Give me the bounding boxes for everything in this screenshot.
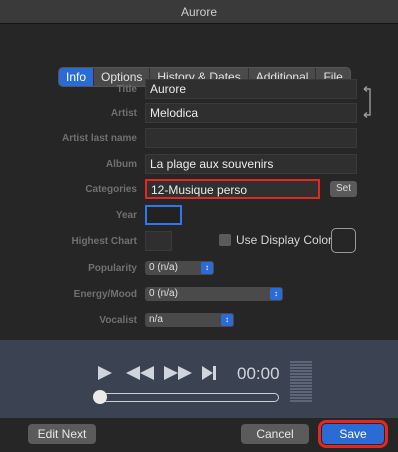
level-meter bbox=[290, 361, 312, 405]
artist-label: Artist bbox=[110, 108, 137, 119]
vocalist-select[interactable]: n/a ↕ bbox=[145, 313, 234, 327]
energy-mood-label: Energy/Mood bbox=[73, 289, 137, 300]
chevron-updown-icon: ↕ bbox=[270, 288, 282, 300]
play-icon[interactable] bbox=[96, 364, 114, 382]
skip-next-icon[interactable] bbox=[201, 365, 217, 381]
energy-mood-value: 0 (n/a) bbox=[149, 288, 178, 299]
popularity-value: 0 (n/a) bbox=[149, 262, 178, 273]
title-field[interactable]: Aurore bbox=[145, 79, 357, 99]
vocalist-value: n/a bbox=[149, 314, 163, 325]
album-label: Album bbox=[105, 159, 137, 170]
artist-last-name-label: Artist last name bbox=[61, 133, 137, 144]
footer-bar: Edit Next Cancel Save bbox=[0, 418, 398, 452]
categories-label: Categories bbox=[85, 184, 137, 195]
chevron-updown-icon: ↕ bbox=[221, 314, 233, 326]
album-field[interactable]: La plage aux souvenirs bbox=[145, 154, 357, 174]
highest-chart-field[interactable] bbox=[145, 231, 172, 251]
energy-mood-select[interactable]: 0 (n/a) ↕ bbox=[145, 287, 283, 301]
playback-slider[interactable] bbox=[97, 393, 279, 402]
fast-forward-icon[interactable] bbox=[164, 366, 192, 380]
playback-time: 00:00 bbox=[237, 364, 280, 383]
cancel-button[interactable]: Cancel bbox=[241, 424, 309, 444]
playback-slider-knob[interactable] bbox=[93, 390, 107, 404]
set-categories-button[interactable]: Set bbox=[330, 181, 357, 197]
swap-title-artist-icon[interactable] bbox=[362, 86, 374, 118]
popularity-select[interactable]: 0 (n/a) ↕ bbox=[145, 261, 214, 275]
save-button[interactable]: Save bbox=[318, 420, 388, 448]
audio-player: 00:00 bbox=[0, 340, 398, 418]
vocalist-label: Vocalist bbox=[99, 315, 137, 326]
window-title: Aurore bbox=[0, 0, 398, 24]
display-color-well[interactable] bbox=[331, 228, 356, 253]
artist-field[interactable]: Melodica bbox=[145, 103, 357, 123]
title-label: Title bbox=[116, 84, 137, 95]
artist-last-name-field[interactable] bbox=[145, 128, 357, 148]
year-field[interactable] bbox=[145, 205, 182, 225]
categories-field[interactable]: 12-Musique perso bbox=[145, 179, 320, 199]
chevron-updown-icon: ↕ bbox=[201, 262, 213, 274]
use-display-color-label: Use Display Color bbox=[236, 233, 333, 247]
popularity-label: Popularity bbox=[88, 263, 137, 274]
edit-next-button[interactable]: Edit Next bbox=[28, 424, 96, 444]
rewind-icon[interactable] bbox=[126, 366, 154, 380]
highest-chart-label: Highest Chart bbox=[71, 236, 137, 247]
year-label: Year bbox=[115, 210, 137, 221]
use-display-color-checkbox[interactable] bbox=[219, 234, 231, 246]
